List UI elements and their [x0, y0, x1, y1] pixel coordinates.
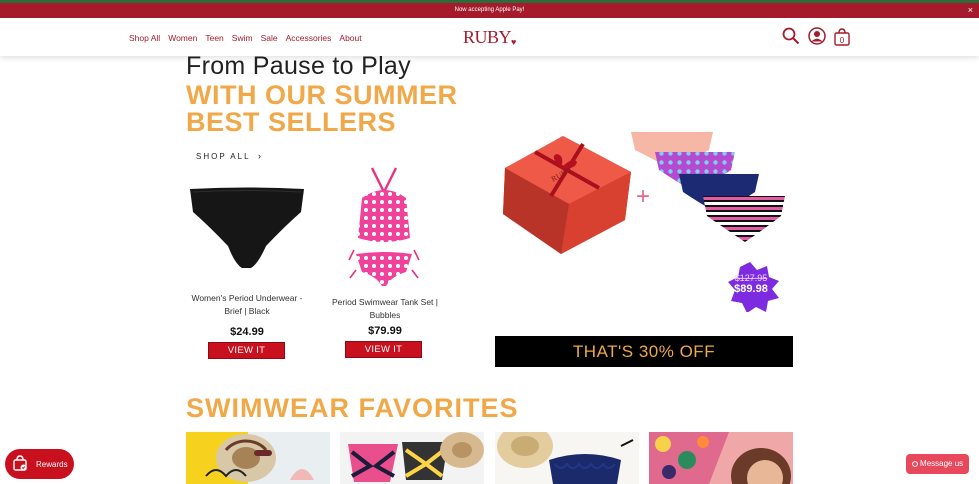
favorite-product-image-2[interactable] [340, 432, 484, 484]
cart-count: 0 [840, 36, 845, 45]
product-card-1: Women's Period Underwear - Brief | Black… [182, 292, 312, 338]
hero-heading-line3: BEST SELLERS [186, 107, 397, 137]
favorite-product-image-3[interactable] [495, 432, 639, 484]
site-header: Shop All Women Teen Swim Sale Accessorie… [0, 18, 979, 56]
original-price: $127.95 [735, 273, 768, 283]
favorite-product-image-4[interactable] [649, 432, 793, 484]
nav-item-accessories[interactable]: Accessories [286, 33, 332, 43]
product-price: $24.99 [230, 326, 264, 338]
nav-item-teen[interactable]: Teen [205, 33, 223, 43]
logo-heart-icon: ♥ [511, 37, 516, 47]
product-name[interactable]: Period Swimwear Tank Set | Bubbles [320, 296, 450, 321]
product-card-2: Period Swimwear Tank Set | Bubbles $79.9… [320, 296, 450, 337]
account-icon[interactable] [808, 27, 826, 50]
product-price: $79.99 [368, 325, 402, 337]
discount-banner[interactable]: THAT'S 30% OFF [495, 336, 793, 367]
cart-icon[interactable]: 0 [834, 28, 850, 51]
message-us-label: Message us [920, 459, 964, 468]
rewards-button[interactable]: Rewards [5, 449, 74, 479]
shopping-bag-icon [12, 455, 28, 473]
main-nav: Shop All Women Teen Swim Sale Accessorie… [129, 33, 370, 43]
nav-item-swim[interactable]: Swim [232, 33, 253, 43]
promo-bundle-image[interactable]: RUBY + $127.95 $89.98 [495, 122, 795, 317]
view-it-button[interactable]: VIEW IT [208, 342, 285, 359]
announcement-bar: Now accepting Apple Pay! × [0, 3, 979, 18]
sale-price: $89.98 [734, 283, 768, 295]
chevron-right-icon[interactable]: › [258, 151, 261, 161]
shop-all-link[interactable]: SHOP ALL [196, 152, 251, 161]
close-icon[interactable]: × [968, 3, 973, 18]
favorite-product-image-1[interactable] [186, 432, 330, 484]
nav-item-women[interactable]: Women [168, 33, 197, 43]
product-image-swim-set[interactable] [346, 166, 422, 297]
online-dot-icon [911, 460, 918, 467]
logo-text: RUBY [463, 27, 512, 47]
view-it-button[interactable]: VIEW IT [345, 341, 422, 358]
nav-item-sale[interactable]: Sale [261, 33, 278, 43]
announcement-text: Now accepting Apple Pay! [454, 7, 525, 13]
nav-item-shop-all[interactable]: Shop All [129, 33, 160, 43]
product-image-black-brief[interactable] [188, 186, 306, 275]
product-name[interactable]: Women's Period Underwear - Brief | Black [182, 292, 312, 317]
nav-item-about[interactable]: About [339, 33, 361, 43]
swimwear-favorites-heading: SWIMWEAR FAVORITES [186, 393, 519, 423]
search-icon[interactable] [782, 27, 800, 50]
plus-icon: + [636, 183, 650, 210]
message-us-button[interactable]: Message us [906, 454, 969, 474]
rewards-label: Rewards [36, 459, 68, 469]
ruby-logo[interactable]: RUBY♥ [463, 27, 516, 52]
hero-heading-line1: From Pause to Play [186, 52, 411, 80]
